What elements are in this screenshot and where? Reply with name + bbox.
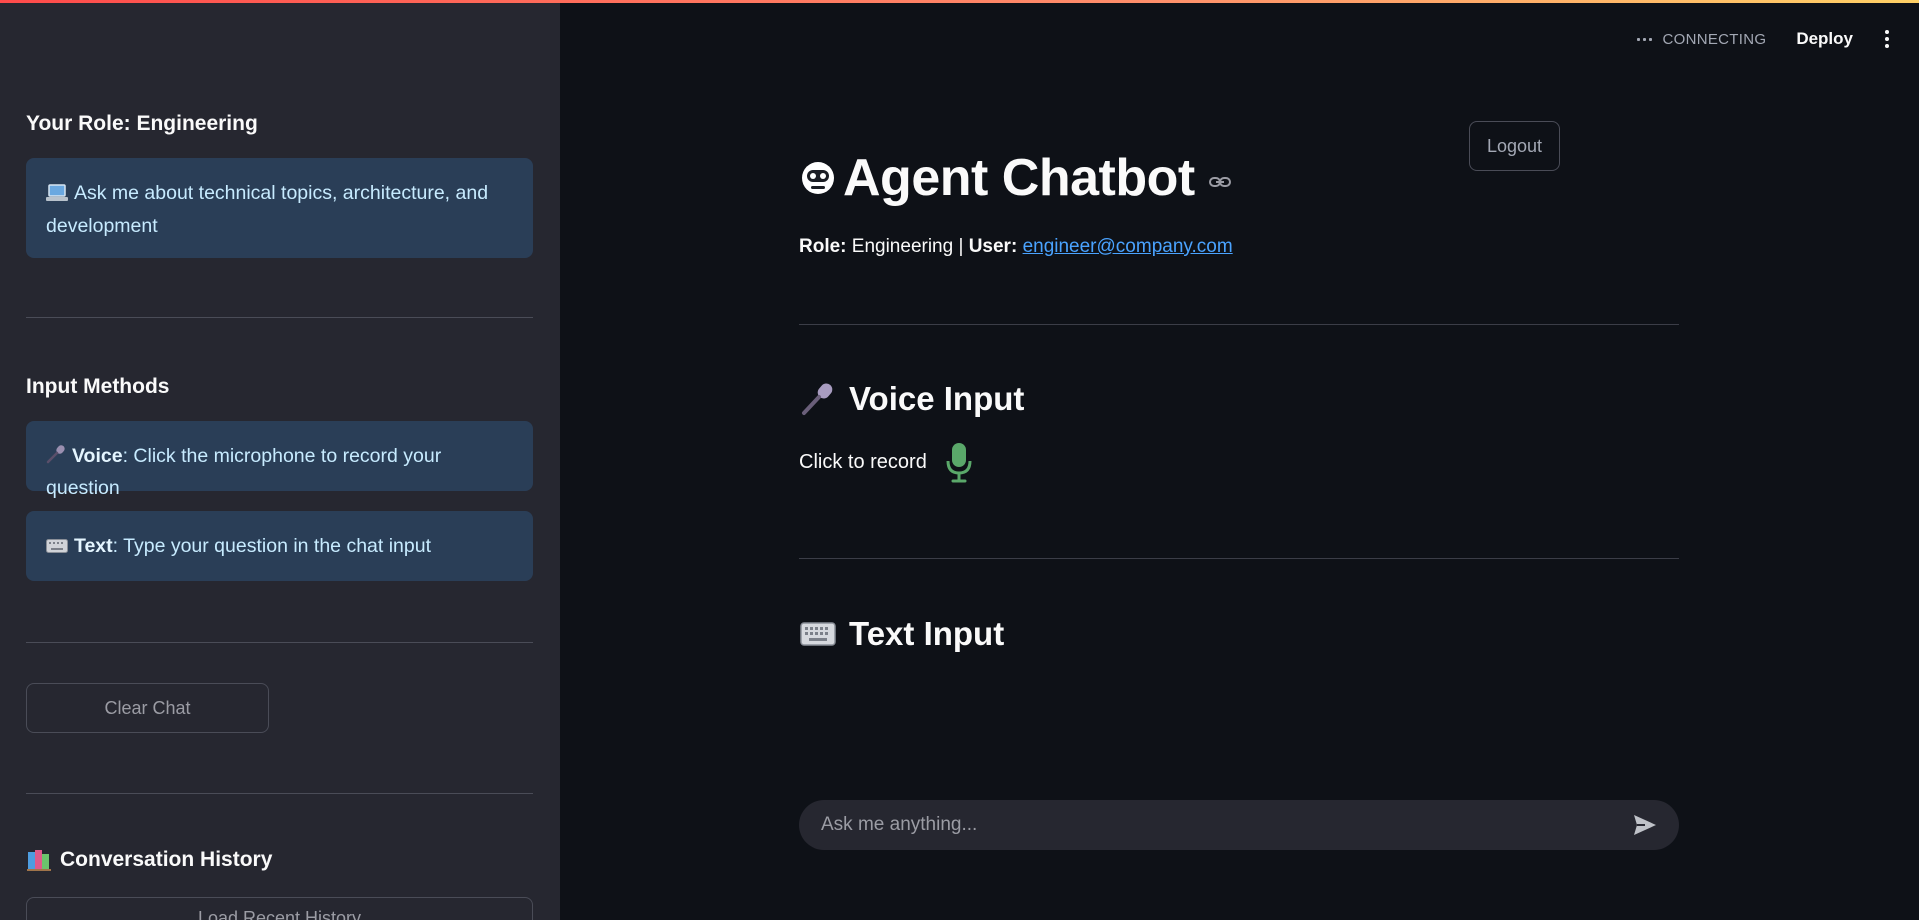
voice-input-heading-text: Voice Input bbox=[849, 380, 1025, 417]
text-label: Text bbox=[74, 535, 113, 557]
voice-input-heading: Voice Input bbox=[799, 380, 1679, 418]
role-key: Role: bbox=[799, 236, 847, 257]
microphone-icon bbox=[799, 380, 837, 418]
chat-input-bar bbox=[799, 800, 1679, 850]
text-method-box: Text: Type your question in the chat inp… bbox=[26, 511, 533, 581]
sidebar-divider bbox=[26, 317, 533, 318]
page-title: Agent Chatbot bbox=[799, 148, 1679, 208]
voice-recorder: Click to record bbox=[799, 441, 1679, 483]
send-icon[interactable] bbox=[1633, 814, 1657, 836]
robot-face-icon bbox=[799, 159, 837, 197]
keyboard-icon bbox=[46, 532, 68, 562]
info-separator: | bbox=[958, 236, 964, 257]
sidebar: Your Role: Engineering Ask me about tech… bbox=[0, 0, 560, 920]
kebab-menu-icon[interactable] bbox=[1883, 30, 1891, 48]
link-icon[interactable] bbox=[1208, 175, 1231, 189]
load-history-button[interactable]: Load Recent History bbox=[26, 897, 533, 920]
sidebar-divider bbox=[26, 642, 533, 643]
main-divider bbox=[799, 558, 1679, 559]
connection-status: CONNECTING bbox=[1637, 31, 1766, 48]
main-divider bbox=[799, 324, 1679, 325]
click-to-record-label: Click to record bbox=[799, 450, 927, 473]
history-heading-text: Conversation History bbox=[60, 848, 273, 871]
deploy-button[interactable]: Deploy bbox=[1796, 29, 1853, 49]
chat-input[interactable] bbox=[821, 814, 1633, 836]
history-heading: Conversation History bbox=[26, 848, 272, 872]
mic-record-icon[interactable] bbox=[945, 441, 973, 483]
user-email-link[interactable]: engineer@company.com bbox=[1023, 236, 1233, 257]
sidebar-divider bbox=[26, 793, 533, 794]
books-icon bbox=[26, 848, 52, 872]
text-input-heading: Text Input bbox=[799, 615, 1679, 653]
input-methods-heading: Input Methods bbox=[26, 375, 170, 398]
voice-method-box: Voice: Click the microphone to record yo… bbox=[26, 421, 533, 499]
page-title-text: Agent Chatbot bbox=[843, 149, 1195, 207]
microphone-icon bbox=[46, 443, 66, 473]
role-heading: Your Role: Engineering bbox=[26, 112, 258, 135]
role-info-text: Ask me about technical topics, architect… bbox=[46, 182, 489, 237]
app-toolbar: CONNECTING Deploy bbox=[1637, 26, 1891, 52]
connection-status-text: CONNECTING bbox=[1662, 30, 1767, 48]
role-info-box: Ask me about technical topics, architect… bbox=[26, 158, 533, 258]
clear-chat-button[interactable]: Clear Chat bbox=[26, 683, 269, 733]
keyboard-icon bbox=[799, 615, 837, 653]
top-accent-bar bbox=[0, 0, 1919, 3]
role-value: Engineering bbox=[851, 236, 954, 257]
text-method-text: : Type your question in the chat input bbox=[112, 535, 432, 557]
user-info-line: Role: Engineering | User: engineer@compa… bbox=[799, 236, 1679, 258]
status-dots-icon bbox=[1637, 37, 1653, 41]
user-key: User: bbox=[968, 236, 1018, 257]
laptop-icon bbox=[46, 181, 68, 211]
text-input-heading-text: Text Input bbox=[849, 615, 1005, 652]
voice-label: Voice bbox=[72, 445, 123, 467]
